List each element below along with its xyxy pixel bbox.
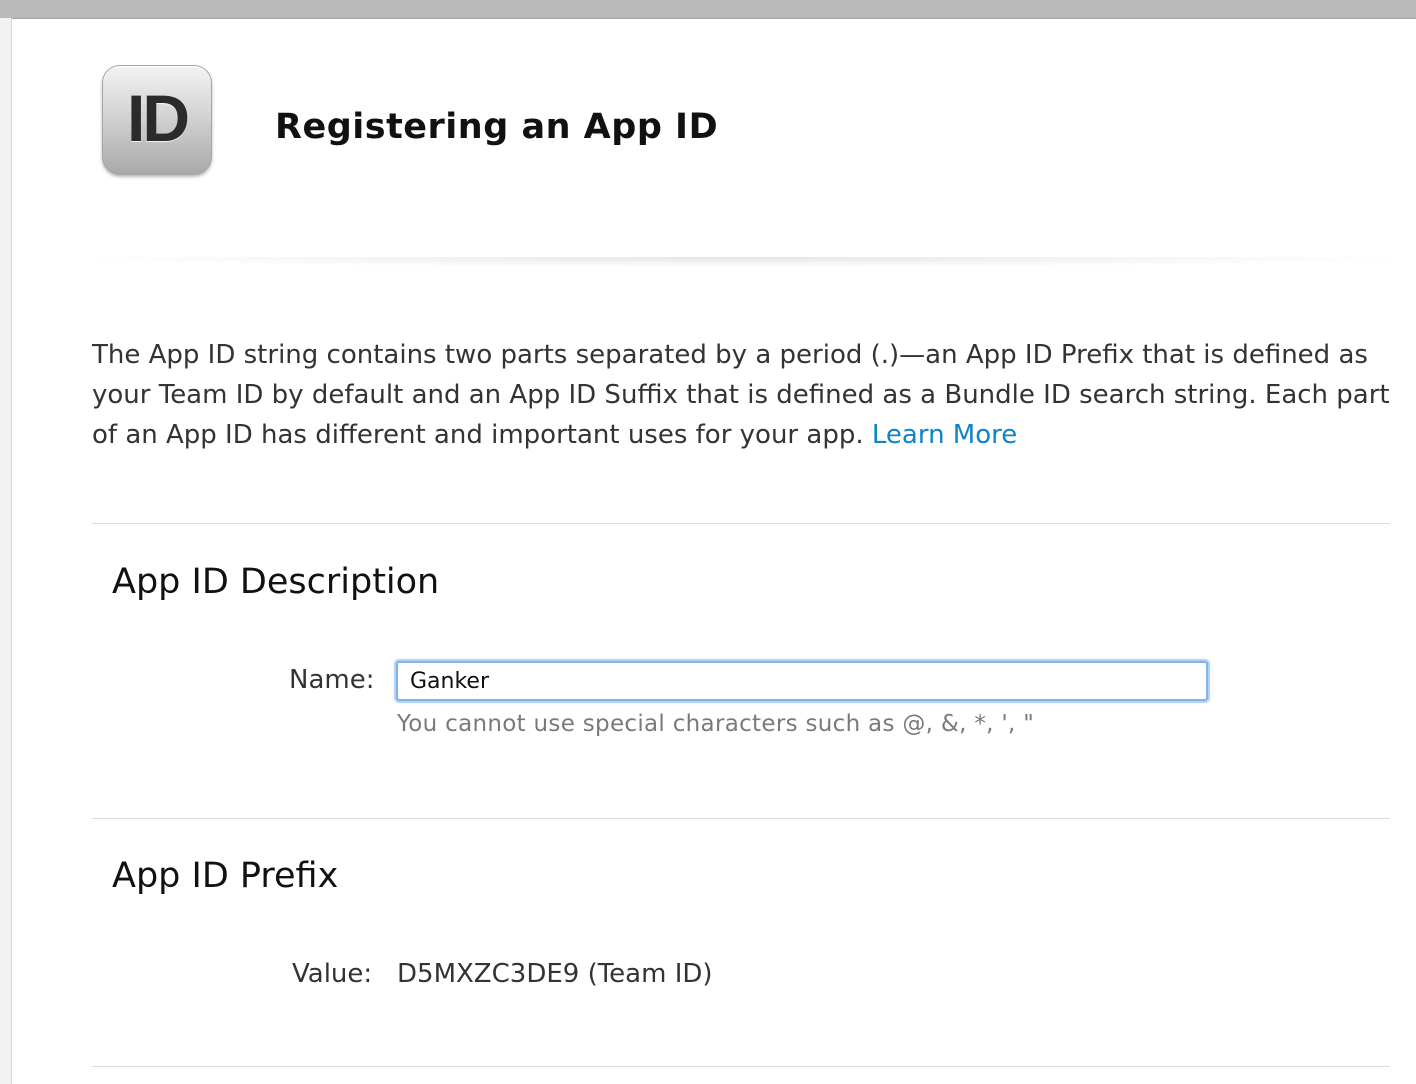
section-divider [92, 818, 1390, 819]
header-divider-shadow [92, 257, 1392, 267]
name-input[interactable] [396, 661, 1208, 701]
section-divider [92, 523, 1390, 524]
intro-paragraph: The App ID string contains two parts sep… [92, 335, 1392, 455]
window-top-bar [0, 0, 1416, 19]
window-left-edge [0, 18, 12, 1084]
page-title: Registering an App ID [275, 107, 719, 147]
name-label: Name: [289, 665, 375, 695]
id-badge-icon: ID [102, 65, 212, 175]
name-hint: You cannot use special characters such a… [397, 711, 1035, 737]
app-id-description-heading: App ID Description [112, 562, 440, 602]
team-id-value: D5MXZC3DE9 (Team ID) [397, 959, 713, 989]
section-divider [92, 1066, 1390, 1067]
register-app-id-page: ID Registering an App ID The App ID stri… [12, 19, 1416, 1084]
learn-more-link[interactable]: Learn More [872, 420, 1017, 450]
page-header: ID Registering an App ID [12, 19, 1416, 269]
app-id-prefix-heading: App ID Prefix [112, 856, 339, 896]
value-label: Value: [292, 959, 373, 989]
intro-text: The App ID string contains two parts sep… [92, 340, 1390, 450]
